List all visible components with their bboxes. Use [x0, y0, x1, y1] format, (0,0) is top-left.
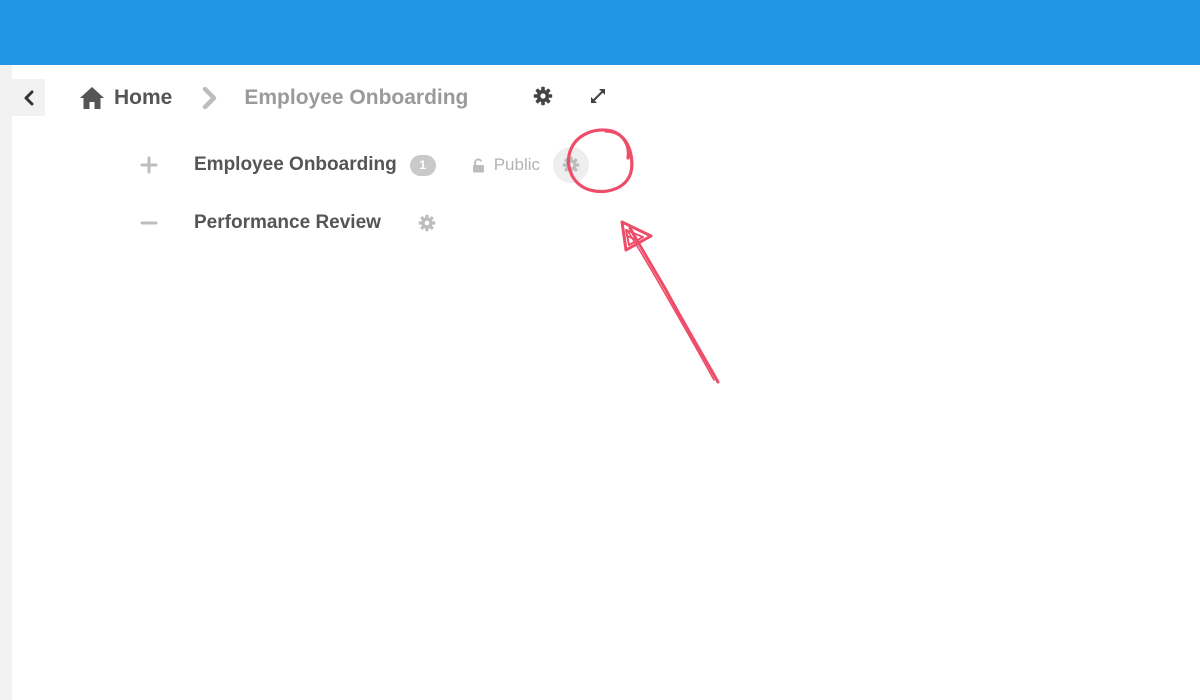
- page-settings-button[interactable]: [533, 86, 553, 106]
- annotation-arrowhead: [620, 220, 653, 252]
- breadcrumb-separator: [202, 87, 218, 109]
- minus-icon: [140, 221, 158, 225]
- annotation-arrow-shaft: [628, 226, 720, 384]
- expand-button[interactable]: [589, 87, 607, 105]
- breadcrumb-current: Employee Onboarding: [244, 86, 469, 109]
- home-icon: [80, 87, 104, 109]
- app-page: Home Employee Onboarding Employee Onboar…: [0, 0, 1200, 700]
- item-settings-button[interactable]: [409, 205, 445, 241]
- collapse-toggle[interactable]: [138, 212, 160, 234]
- breadcrumb: Home Employee Onboarding: [79, 80, 468, 116]
- chevron-right-icon: [203, 87, 217, 109]
- gear-icon: [533, 86, 553, 106]
- tree-item-employee-onboarding[interactable]: Employee Onboarding 1 Public: [138, 147, 590, 183]
- tree-item-performance-review[interactable]: Performance Review: [138, 208, 445, 238]
- annotation-arrowhead-fill: [625, 229, 644, 246]
- breadcrumb-tools: [533, 86, 607, 106]
- tree-item-label[interactable]: Performance Review: [194, 212, 381, 234]
- gear-icon: [418, 214, 436, 232]
- gear-icon: [562, 156, 580, 174]
- plus-icon: [140, 156, 158, 174]
- item-settings-button[interactable]: [553, 147, 590, 183]
- visibility-status[interactable]: Public: [472, 155, 540, 175]
- chevron-left-icon: [24, 90, 33, 105]
- expand-toggle[interactable]: [138, 154, 160, 176]
- tree-item-label[interactable]: Employee Onboarding: [194, 154, 397, 176]
- breadcrumb-home-link[interactable]: Home: [79, 86, 172, 110]
- count-badge: 1: [409, 154, 436, 176]
- expand-icon: [591, 89, 605, 103]
- annotation-arrow-shaft-2: [626, 229, 715, 381]
- unlock-icon: [472, 157, 484, 172]
- collapse-sidebar-button[interactable]: [12, 79, 45, 116]
- breadcrumb-home-label: Home: [114, 86, 173, 109]
- visibility-label: Public: [493, 155, 541, 174]
- top-bar: [0, 0, 1200, 65]
- left-rail: [0, 65, 12, 700]
